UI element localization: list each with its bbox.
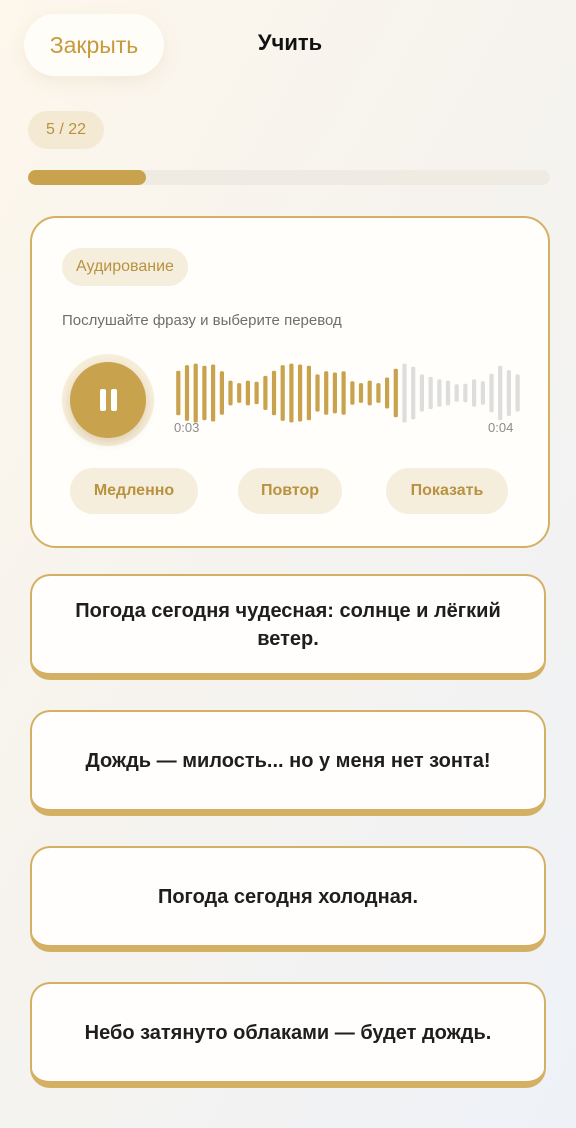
waveform-bar — [402, 363, 407, 423]
waveform-bar — [419, 374, 424, 412]
show-button[interactable]: Показать — [386, 468, 508, 514]
waveform-bar — [358, 383, 364, 403]
waveform-bar — [376, 383, 381, 403]
play-pause-circle[interactable] — [70, 362, 146, 438]
waveform-bar — [341, 371, 346, 415]
page-title: Учить — [257, 30, 323, 55]
answer-option[interactable]: Погода сегодня холодная. — [30, 846, 546, 952]
waveform-bar — [428, 376, 433, 410]
play-pause-button[interactable] — [62, 354, 154, 446]
waveform-bar — [480, 381, 485, 405]
waveform-bar — [506, 370, 511, 416]
waveform-bar — [202, 365, 207, 421]
pause-icon — [99, 389, 117, 411]
waveform-bar — [184, 365, 190, 421]
waveform-bar — [280, 365, 285, 421]
waveform-bar — [367, 380, 372, 406]
answer-option[interactable]: Небо затянуто облаками — будет дождь. — [30, 982, 546, 1088]
waveform-bar — [306, 365, 311, 421]
waveform-bar — [472, 379, 477, 407]
waveform-bar — [211, 364, 216, 422]
waveform-bar — [498, 365, 503, 421]
answer-option[interactable]: Дождь — милость... но у меня нет зонта! — [30, 710, 546, 816]
current-time: 0:03 — [174, 420, 200, 435]
task-instruction: Послушайте фразу и выберите перевод — [62, 312, 342, 329]
waveform-bar — [271, 370, 277, 416]
waveform-bar — [350, 381, 355, 405]
waveform-bar — [515, 374, 520, 412]
waveform-bar — [315, 374, 320, 412]
waveform-bar — [454, 384, 459, 402]
waveform-bar — [254, 381, 259, 405]
waveform-bar — [263, 375, 268, 410]
waveform-bar — [289, 363, 294, 423]
waveform-bar — [176, 370, 181, 416]
progress-counter: 5 / 22 — [28, 111, 104, 149]
close-button[interactable]: Закрыть — [24, 14, 164, 76]
total-time: 0:04 — [488, 420, 514, 435]
waveform-bar — [298, 364, 303, 422]
waveform-bar — [332, 372, 337, 414]
waveform-bar — [228, 380, 233, 406]
task-type-badge: Аудирование — [62, 248, 188, 286]
waveform-bar — [489, 373, 494, 413]
slow-button[interactable]: Медленно — [70, 468, 198, 514]
waveform-bar — [411, 366, 416, 420]
repeat-button[interactable]: Повтор — [238, 468, 342, 514]
listening-card: Аудирование Послушайте фразу и выберите … — [30, 216, 550, 548]
answer-option[interactable]: Погода сегодня чудесная: солнце и лёгкий… — [30, 574, 546, 680]
progress-bar-fill — [28, 170, 147, 185]
audio-waveform[interactable] — [174, 358, 522, 428]
waveform-bar — [445, 380, 451, 406]
waveform-bar — [437, 379, 442, 407]
waveform-bar — [237, 383, 242, 403]
waveform-bar — [245, 380, 250, 406]
progress-bar — [28, 170, 550, 185]
waveform-bar — [324, 371, 329, 415]
waveform-bar — [463, 383, 468, 403]
waveform-bar — [193, 363, 198, 423]
waveform-bar — [393, 368, 398, 418]
waveform-bar — [385, 377, 390, 409]
waveform-bar — [219, 371, 224, 415]
